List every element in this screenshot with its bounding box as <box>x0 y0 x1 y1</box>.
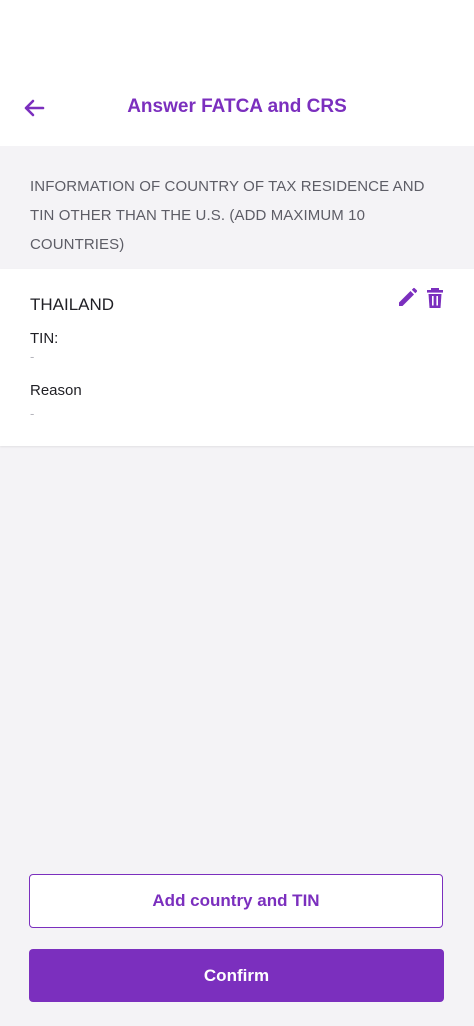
page-title: Answer FATCA and CRS <box>127 96 347 117</box>
status-bar <box>0 0 474 72</box>
edit-button[interactable] <box>396 287 418 309</box>
delete-button[interactable] <box>425 287 445 309</box>
reason-label: Reason <box>30 382 82 399</box>
reason-value: - <box>30 406 35 421</box>
country-name: THAILAND <box>30 295 115 314</box>
trash-icon <box>427 288 443 308</box>
confirm-button[interactable]: Confirm <box>29 949 444 1002</box>
add-country-button[interactable]: Add country and TIN <box>29 874 443 928</box>
pencil-icon <box>399 287 418 306</box>
country-card: THAILAND TIN: - Reason - <box>0 269 474 446</box>
section-description: INFORMATION OF COUNTRY OF TAX RESIDENCE … <box>0 146 474 268</box>
tin-value: - <box>30 349 35 364</box>
section-description-text: INFORMATION OF COUNTRY OF TAX RESIDENCE … <box>30 178 425 253</box>
app-header: Answer FATCA and CRS <box>0 72 474 146</box>
tin-label: TIN: <box>30 330 59 347</box>
